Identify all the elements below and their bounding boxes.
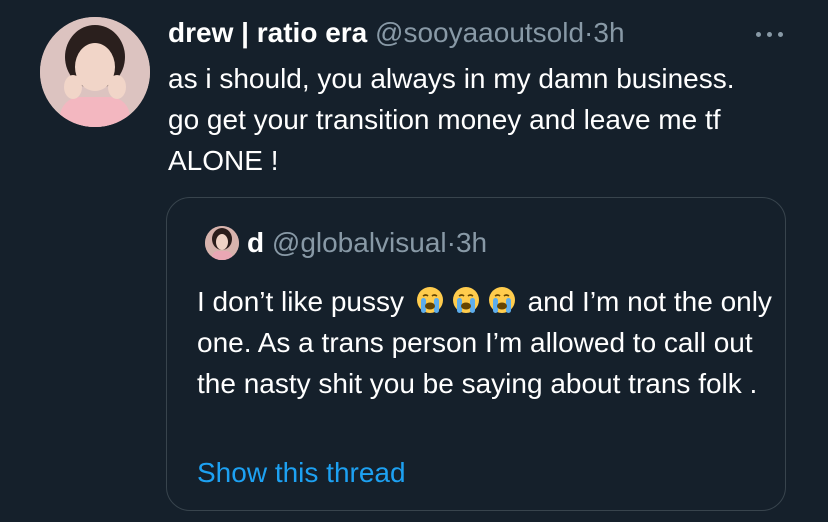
header-separator: · [584,17,594,48]
quoted-timestamp: 3h [455,227,488,258]
quoted-author-display-name: d [247,227,265,258]
avatar[interactable] [40,17,150,127]
quoted-tweet-text: I don’t like pussy and I’m not the only … [197,281,777,404]
author-display-name[interactable]: drew | ratio era [168,17,367,48]
profile-photo-avatar [40,17,150,127]
tweet-timestamp[interactable]: 3h [593,17,624,48]
loudly-crying-face-icon [488,287,515,313]
show-thread-link[interactable]: Show this thread [197,454,406,492]
quoted-avatar [205,226,239,260]
more-options-button[interactable] [750,18,790,48]
author-handle[interactable]: @sooyaaoutsold [375,17,584,48]
more-options-icon-dot [767,32,772,37]
tweet-text: as i should, you always in my damn busin… [168,63,735,176]
tweet-header: drew | ratio era @sooyaaoutsold·3h [168,14,625,52]
quoted-header-separator: · [446,227,456,258]
loudly-crying-face-icon [416,287,443,313]
quoted-text-before-emoji: I don’t like pussy [197,286,404,317]
more-options-icon [756,32,761,37]
quoted-tweet-header: d @globalvisual·3h [247,224,487,262]
loudly-crying-face-icon [452,287,479,313]
profile-photo-avatar [205,226,239,260]
quoted-author-handle: @globalvisual [271,227,447,258]
quoted-tweet-card[interactable]: d @globalvisual·3h I don’t like pussy an… [166,197,786,511]
more-options-icon-dot [778,32,783,37]
